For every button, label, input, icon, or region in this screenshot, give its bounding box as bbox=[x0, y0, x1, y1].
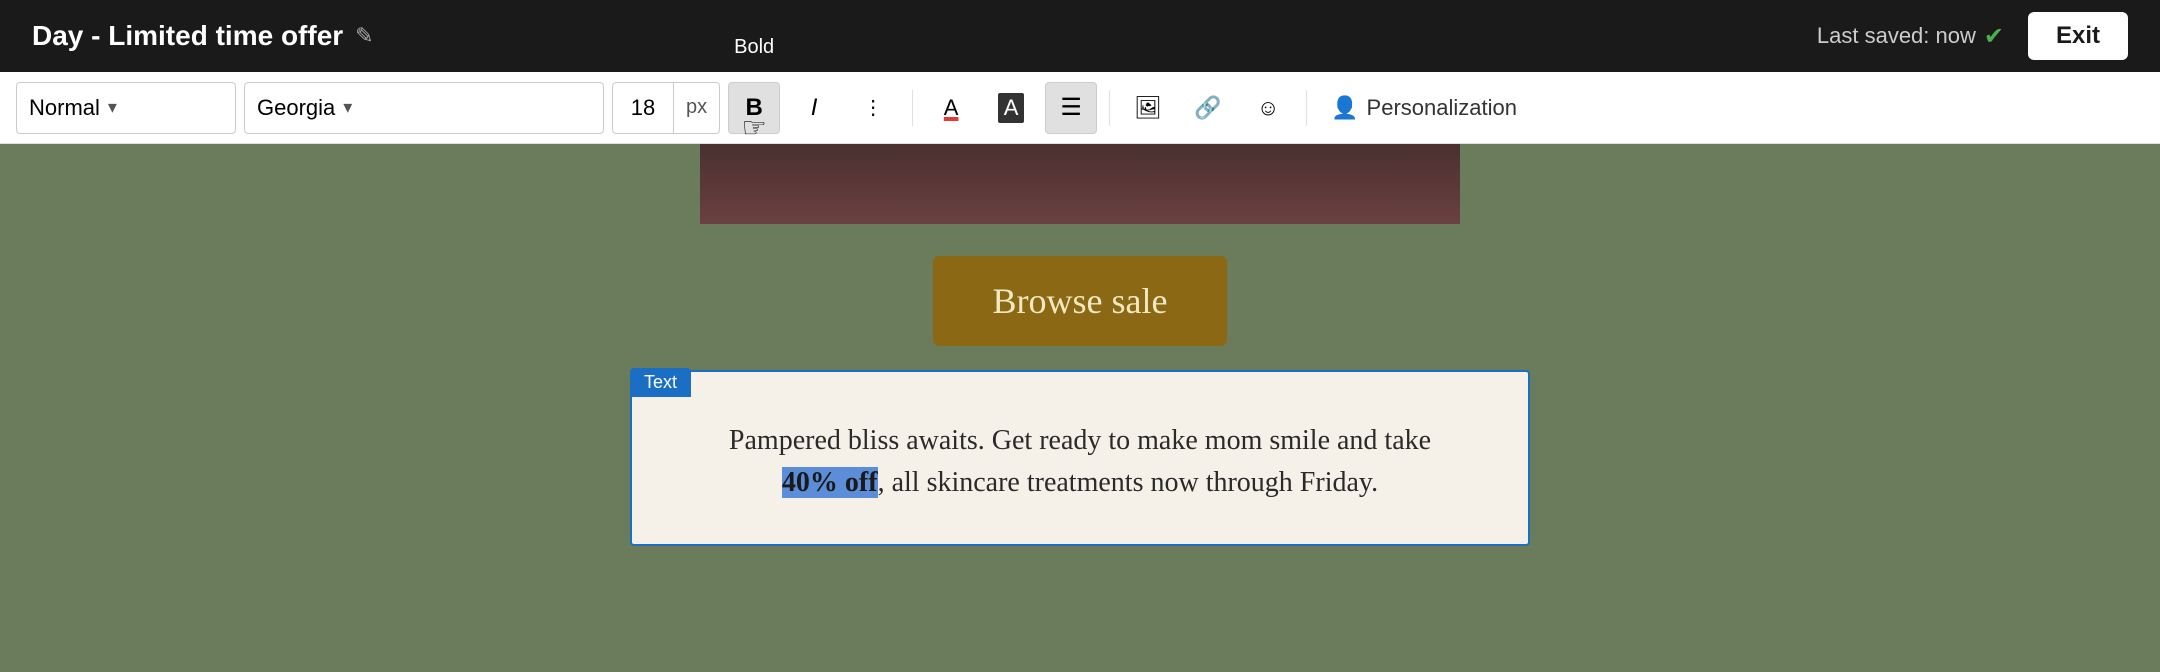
font-color-button[interactable]: A bbox=[925, 82, 977, 134]
last-saved-label: Last saved: now ✔ bbox=[1817, 22, 2004, 51]
bold-tooltip-wrapper: Bold B ☞ bbox=[728, 82, 780, 134]
font-select[interactable]: Georgia ▾ bbox=[244, 82, 604, 134]
text-block-label[interactable]: Text bbox=[630, 368, 691, 397]
font-size-unit: px bbox=[673, 83, 719, 133]
font-select-value: Georgia bbox=[257, 95, 335, 121]
main-content: Browse sale Text Pampered bliss awaits. … bbox=[0, 144, 2160, 672]
text-after: , all skincare treatments now through Fr… bbox=[878, 467, 1379, 498]
italic-button[interactable]: I bbox=[788, 82, 840, 134]
font-color-icon: A bbox=[944, 95, 959, 121]
text-block-wrapper: Text Pampered bliss awaits. Get ready to… bbox=[630, 370, 1530, 546]
toolbar-divider-1 bbox=[912, 90, 913, 126]
top-bar: Day - Limited time offer ✎ Last saved: n… bbox=[0, 0, 2160, 72]
style-select-chevron-icon: ▾ bbox=[108, 97, 117, 118]
more-options-icon: ⋮ bbox=[863, 95, 885, 120]
emoji-button[interactable]: ☺ bbox=[1242, 82, 1294, 134]
person-icon: 👤 bbox=[1331, 95, 1358, 121]
style-select-value: Normal bbox=[29, 95, 100, 121]
align-button[interactable]: ☰ bbox=[1045, 82, 1097, 134]
saved-check-icon: ✔ bbox=[1984, 22, 2004, 51]
highlighted-discount: 40% off bbox=[782, 467, 878, 498]
font-select-chevron-icon: ▾ bbox=[343, 97, 352, 118]
page-title: Day - Limited time offer bbox=[32, 20, 343, 52]
more-options-button[interactable]: ⋮ bbox=[848, 82, 900, 134]
font-size-input[interactable] bbox=[613, 95, 673, 121]
top-bar-right: Last saved: now ✔ Exit bbox=[1817, 12, 2128, 60]
image-icon: 🖼 bbox=[1134, 95, 1162, 121]
link-icon: 🔗 bbox=[1194, 95, 1221, 121]
image-button[interactable]: 🖼 bbox=[1122, 82, 1174, 134]
browse-sale-button[interactable]: Browse sale bbox=[933, 256, 1228, 346]
edit-icon[interactable]: ✎ bbox=[355, 23, 373, 49]
style-select[interactable]: Normal ▾ bbox=[16, 82, 236, 134]
toolbar: Normal ▾ Georgia ▾ px Bold B ☞ I ⋮ A A ☰… bbox=[0, 72, 2160, 144]
text-block[interactable]: Pampered bliss awaits. Get ready to make… bbox=[630, 370, 1530, 546]
exit-button[interactable]: Exit bbox=[2028, 12, 2128, 60]
personalization-button[interactable]: 👤 Personalization bbox=[1319, 87, 1529, 129]
align-icon: ☰ bbox=[1060, 93, 1082, 122]
bg-color-icon: A bbox=[998, 93, 1025, 123]
link-button[interactable]: 🔗 bbox=[1182, 82, 1234, 134]
emoji-icon: ☺ bbox=[1257, 95, 1279, 121]
toolbar-divider-2 bbox=[1109, 90, 1110, 126]
font-size-group: px bbox=[612, 82, 720, 134]
top-bar-left: Day - Limited time offer ✎ bbox=[32, 20, 374, 52]
cursor-icon: ☞ bbox=[742, 111, 767, 144]
hero-image bbox=[700, 144, 1460, 224]
toolbar-divider-3 bbox=[1306, 90, 1307, 126]
bg-color-button[interactable]: A bbox=[985, 82, 1037, 134]
text-before: Pampered bliss awaits. Get ready to make… bbox=[729, 425, 1431, 456]
personalization-label: Personalization bbox=[1367, 95, 1517, 121]
